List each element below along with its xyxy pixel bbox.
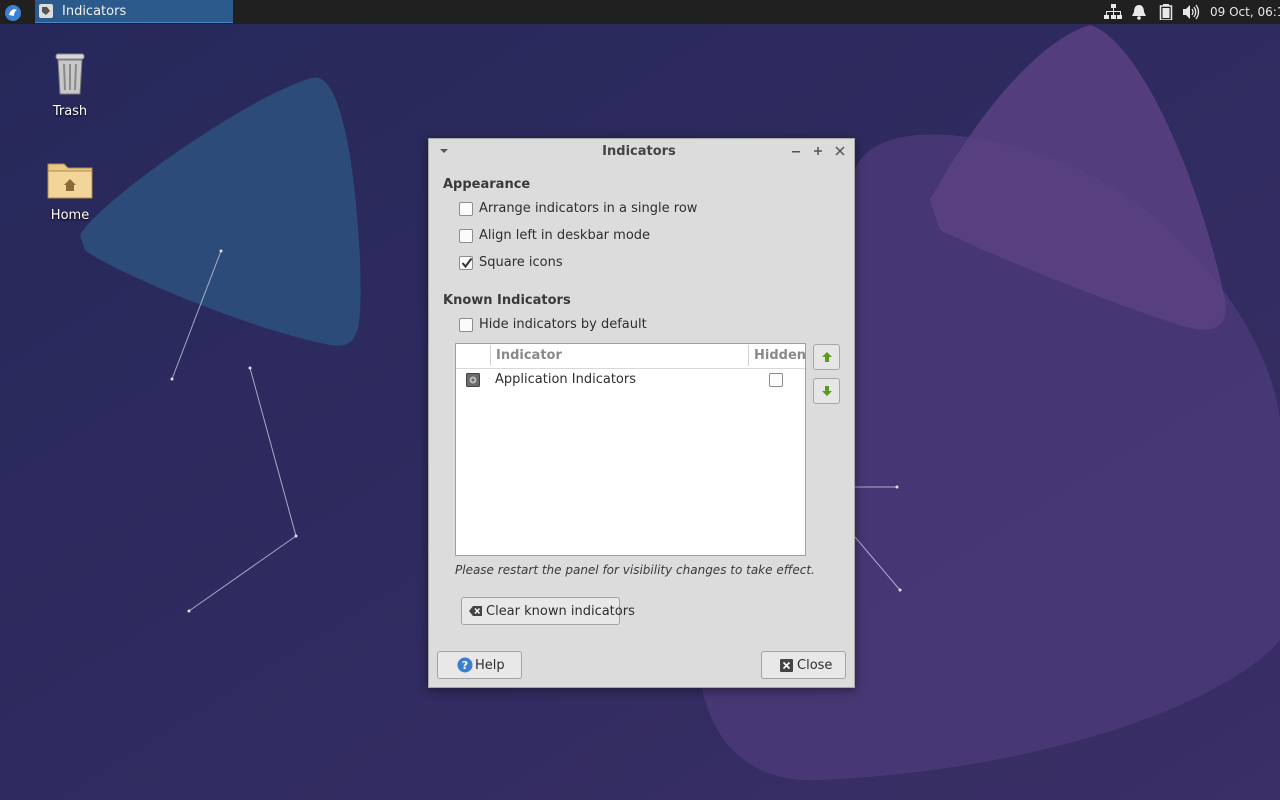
help-button-label: Help bbox=[475, 658, 505, 673]
checkbox-label: Arrange indicators in a single row bbox=[479, 201, 698, 216]
help-icon: ? bbox=[457, 657, 473, 673]
svg-text:?: ? bbox=[462, 659, 468, 672]
move-down-button[interactable] bbox=[813, 378, 840, 404]
whisker-menu-icon[interactable] bbox=[2, 1, 24, 23]
clear-known-indicators-button[interactable]: Clear known indicators bbox=[461, 597, 635, 625]
top-panel: Indicators 09 Oct, 06:17 bbox=[0, 0, 1280, 24]
indicator-plugin-icon bbox=[466, 373, 480, 387]
column-separator bbox=[748, 345, 749, 366]
home-folder-icon bbox=[47, 163, 93, 199]
arrow-down-icon bbox=[822, 386, 832, 396]
checkbox-box[interactable] bbox=[459, 202, 473, 216]
indicators-app-icon bbox=[39, 4, 53, 18]
help-button[interactable]: ? Help bbox=[437, 651, 522, 679]
appearance-heading: Appearance bbox=[443, 177, 531, 192]
trash-icon bbox=[55, 53, 85, 95]
list-item[interactable]: Application Indicators bbox=[456, 369, 805, 393]
checkbox-label: Hide indicators by default bbox=[479, 317, 647, 332]
checkmark-icon bbox=[461, 257, 473, 269]
known-indicators-heading: Known Indicators bbox=[443, 293, 571, 308]
column-separator bbox=[490, 345, 491, 366]
close-button[interactable]: Close bbox=[761, 651, 846, 679]
desktop-icon-label: Trash bbox=[52, 104, 88, 119]
checkbox-box[interactable] bbox=[459, 229, 473, 243]
close-icon[interactable] bbox=[832, 143, 848, 159]
column-header-hidden[interactable]: Hidden bbox=[754, 348, 806, 363]
network-icon[interactable] bbox=[1104, 4, 1122, 20]
close-button-label: Close bbox=[797, 658, 833, 673]
arrow-up-icon bbox=[822, 352, 832, 362]
taskbar-button-indicators[interactable]: Indicators bbox=[35, 0, 233, 23]
checkbox-label: Align left in deskbar mode bbox=[479, 228, 651, 243]
checkbox-label: Square icons bbox=[479, 255, 563, 270]
taskbar-button-label: Indicators bbox=[62, 4, 127, 19]
move-up-button[interactable] bbox=[813, 344, 840, 370]
column-header-indicator[interactable]: Indicator bbox=[496, 348, 562, 363]
indicator-name: Application Indicators bbox=[495, 372, 636, 387]
indicators-dialog: Indicators Appearance Arrange indicators… bbox=[428, 138, 855, 688]
clear-button-label: Clear known indicators bbox=[486, 604, 635, 619]
indicators-list[interactable]: Indicator Hidden Application Indicators bbox=[455, 343, 806, 556]
close-icon bbox=[780, 659, 793, 672]
checkbox-box-checked[interactable] bbox=[459, 256, 473, 270]
desktop-icon-trash[interactable]: Trash bbox=[40, 50, 100, 119]
desktop-icon-home[interactable]: Home bbox=[40, 160, 100, 223]
minimize-icon[interactable] bbox=[788, 143, 804, 159]
checkbox-box[interactable] bbox=[459, 318, 473, 332]
dialog-title: Indicators bbox=[602, 144, 676, 159]
notification-bell-icon[interactable] bbox=[1130, 4, 1148, 20]
maximize-icon[interactable] bbox=[810, 143, 826, 159]
volume-icon[interactable] bbox=[1182, 4, 1200, 20]
hidden-checkbox[interactable] bbox=[769, 373, 783, 387]
battery-icon[interactable] bbox=[1157, 4, 1175, 20]
list-header: Indicator Hidden bbox=[456, 344, 806, 369]
desktop-icon-label: Home bbox=[50, 208, 90, 223]
clear-icon bbox=[469, 606, 482, 616]
restart-note: Please restart the panel for visibility … bbox=[455, 563, 815, 577]
clock[interactable]: 09 Oct, 06:17 bbox=[1210, 5, 1280, 19]
dialog-titlebar[interactable]: Indicators bbox=[429, 139, 854, 163]
